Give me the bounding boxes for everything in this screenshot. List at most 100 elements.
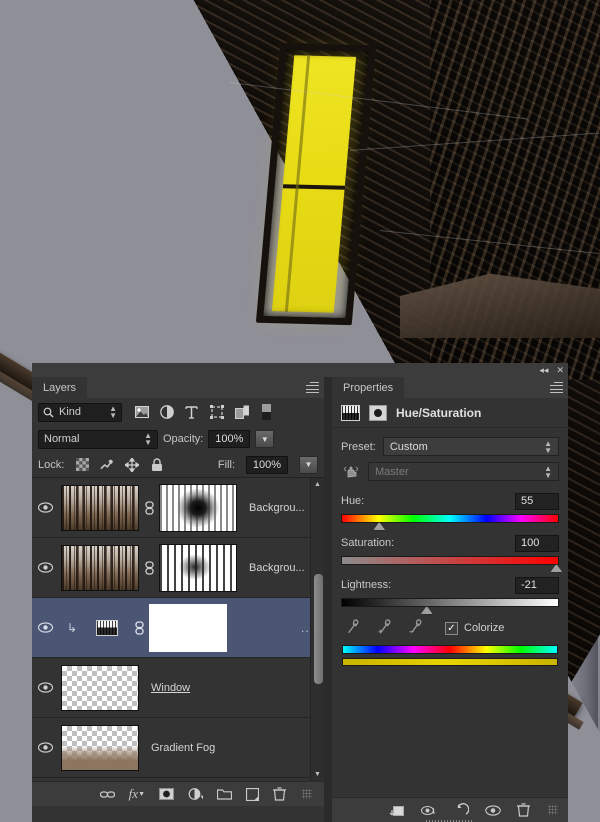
layer-name[interactable]: Backgrou... [249, 562, 305, 574]
layer-mask-thumbnail[interactable] [159, 544, 237, 592]
eye-icon [38, 682, 53, 693]
properties-panel: Properties Hue/Saturation Preset: Custom… [332, 377, 568, 822]
eye-icon [38, 622, 53, 633]
table-row[interactable]: Gradient Fog [32, 718, 324, 778]
panel-resize-grip[interactable] [548, 805, 558, 815]
hue-spectrum-bar [342, 645, 558, 654]
mask-link-icon[interactable] [129, 621, 149, 635]
eye-icon [38, 742, 53, 753]
layer-list[interactable]: Backgrou... Backgrou... [32, 477, 324, 781]
hue-input[interactable]: 55 [515, 493, 559, 510]
lightness-slider-block: Lightness: -21 [332, 574, 568, 607]
toggle-layer-visibility-icon[interactable] [485, 805, 501, 816]
layer-mask-thumbnail[interactable] [149, 604, 227, 652]
eyedropper-row: ✓ Colorize [332, 611, 568, 639]
new-layer-icon[interactable] [246, 788, 259, 801]
close-icon[interactable]: ✕ [556, 366, 564, 375]
layer-name[interactable]: Backgrou... [249, 502, 305, 514]
panel-resize-grip[interactable] [302, 789, 312, 799]
delete-layer-icon[interactable] [273, 787, 286, 801]
layer-name[interactable]: Window [151, 682, 190, 694]
type-filter-icon[interactable] [184, 405, 199, 420]
eyedropper-icon[interactable] [345, 618, 362, 638]
saturation-header: Saturation: 100 [341, 532, 559, 554]
collapse-icon[interactable]: ◂◂ [539, 366, 548, 375]
new-group-icon[interactable] [217, 788, 232, 800]
scroll-down-arrow-icon[interactable]: ▼ [311, 768, 324, 781]
scrollbar-thumb[interactable] [314, 574, 323, 684]
link-layers-icon[interactable] [100, 789, 115, 800]
clip-to-layer-icon[interactable] [389, 804, 405, 817]
hue-saturation-icon [341, 405, 360, 421]
lock-all-icon[interactable] [150, 458, 164, 472]
saturation-input[interactable]: 100 [515, 535, 559, 552]
new-adjustment-layer-icon[interactable]: ▼ [188, 788, 203, 800]
fill-input[interactable]: 100% [246, 456, 288, 474]
layer-thumbnail[interactable] [61, 545, 139, 591]
pixel-filter-icon[interactable] [134, 405, 149, 420]
scrubby-hand-icon[interactable] [341, 463, 361, 481]
lightness-input[interactable]: -21 [515, 577, 559, 594]
layer-mask-thumbnail[interactable] [159, 484, 237, 532]
colorize-checkbox[interactable]: ✓ Colorize [445, 622, 504, 635]
layer-thumbnail[interactable] [61, 725, 139, 771]
opacity-dropdown-button[interactable]: ▼ [255, 430, 274, 448]
lock-position-icon[interactable] [125, 458, 139, 472]
properties-header: Hue/Saturation [332, 398, 568, 428]
layer-visibility-toggle[interactable] [32, 562, 59, 573]
mask-thumbnail-icon[interactable] [369, 405, 387, 421]
layer-filter-icons [134, 405, 274, 420]
layer-thumbnail[interactable] [61, 665, 139, 711]
layer-style-fx-icon[interactable]: fx▼ [129, 786, 145, 802]
lock-image-icon[interactable] [100, 458, 114, 472]
layer-thumbnail[interactable] [61, 485, 139, 531]
delete-adjustment-icon[interactable] [517, 803, 530, 817]
tab-layers[interactable]: Layers [32, 377, 87, 398]
layers-panel-footer: fx▼ ▼ [32, 781, 324, 806]
reset-icon[interactable] [454, 803, 469, 817]
layer-filter-kind-select[interactable]: Kind ▲▼ [38, 403, 122, 422]
table-row[interactable]: Backgrou... [32, 538, 324, 598]
hue-slider-thumb[interactable] [373, 522, 386, 531]
fill-dropdown-button[interactable]: ▼ [299, 456, 318, 474]
layer-visibility-toggle[interactable] [32, 502, 59, 513]
saturation-slider-thumb[interactable] [550, 564, 563, 573]
tab-layers-label: Layers [43, 382, 76, 394]
panel-menu-icon[interactable] [550, 382, 563, 393]
mask-link-icon[interactable] [139, 501, 159, 515]
eyedropper-subtract-icon[interactable] [407, 618, 424, 638]
chevron-updown-icon: ▲▼ [144, 432, 152, 446]
table-row[interactable]: Backgrou... [32, 478, 324, 538]
hue-slider-track[interactable] [341, 514, 559, 523]
layer-list-scrollbar[interactable]: ▲ ▼ [310, 478, 324, 781]
view-previous-state-icon[interactable] [421, 804, 438, 817]
mask-link-icon[interactable] [139, 561, 159, 575]
layer-name[interactable]: Gradient Fog [151, 742, 215, 754]
lock-row: Lock: Fill: 100% ▼ [32, 452, 324, 477]
channel-select[interactable]: Master ▲▼ [368, 462, 559, 481]
add-layer-mask-icon[interactable] [159, 788, 174, 800]
shape-filter-icon[interactable] [209, 405, 224, 420]
lightness-slider-track[interactable] [341, 598, 559, 607]
blend-mode-select[interactable]: Normal ▲▼ [38, 430, 158, 449]
scroll-up-arrow-icon[interactable]: ▲ [311, 478, 324, 491]
adjustment-filter-icon[interactable] [159, 405, 174, 420]
panel-menu-icon[interactable] [306, 382, 319, 393]
preset-select[interactable]: Custom ▲▼ [383, 437, 559, 456]
layer-visibility-toggle[interactable] [32, 622, 59, 633]
eyedropper-add-icon[interactable] [376, 618, 393, 638]
opacity-input[interactable]: 100% [208, 430, 250, 448]
table-row[interactable]: ↳ ... [32, 598, 324, 658]
table-row[interactable]: Window [32, 658, 324, 718]
adjustment-layer-thumbnail[interactable] [85, 620, 129, 636]
panel-dock: ◂◂ ✕ Layers Kind [32, 363, 568, 822]
smart-object-filter-icon[interactable] [234, 405, 249, 420]
colorize-label: Colorize [464, 622, 504, 634]
clipping-mask-icon: ↳ [59, 621, 85, 635]
layer-visibility-toggle[interactable] [32, 742, 59, 753]
lock-transparency-icon[interactable] [75, 458, 89, 472]
layer-visibility-toggle[interactable] [32, 682, 59, 693]
filter-toggle-icon[interactable] [259, 405, 274, 420]
tab-properties[interactable]: Properties [332, 377, 404, 398]
saturation-slider-track[interactable] [341, 556, 559, 565]
